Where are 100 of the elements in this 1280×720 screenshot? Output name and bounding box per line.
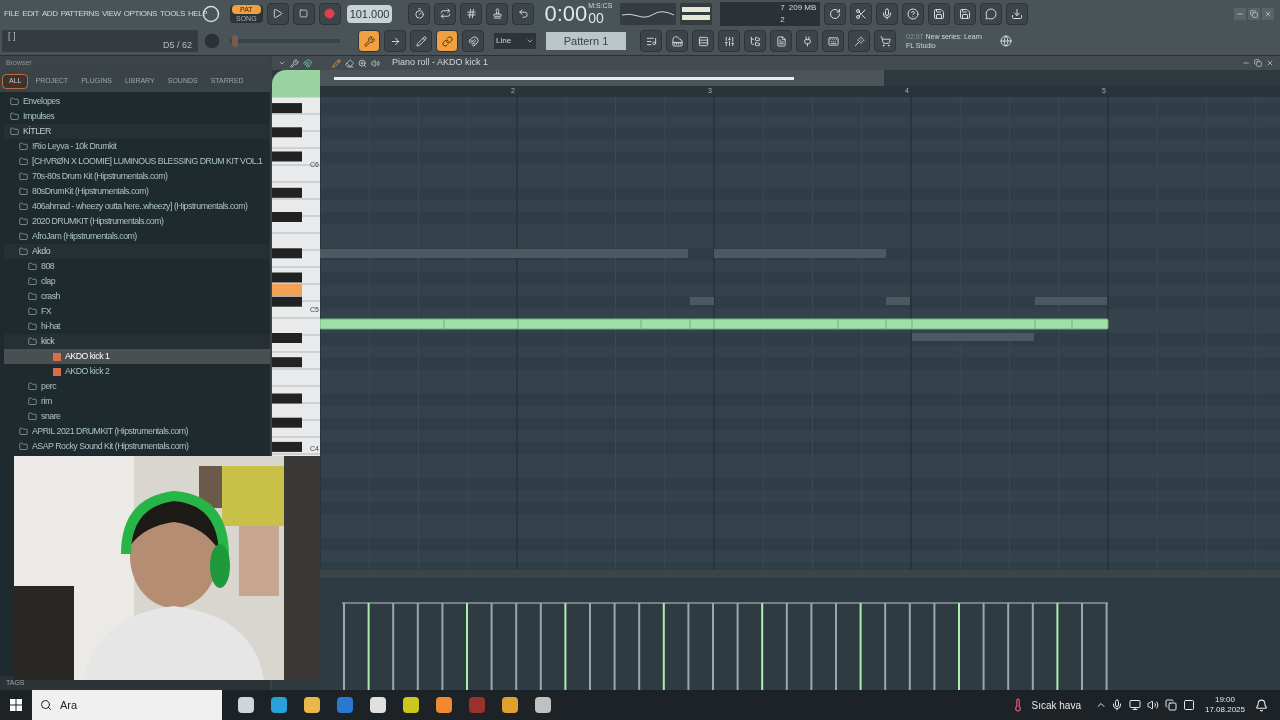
magnet-icon[interactable] <box>303 58 312 68</box>
browser-item[interactable]: AKDO kick 2 <box>4 364 270 379</box>
browser-item[interactable]: AKDO kick 1 <box>4 349 270 364</box>
playlist-button[interactable] <box>640 30 662 53</box>
chat-button[interactable] <box>980 2 1003 25</box>
channel-rack-button[interactable] <box>692 30 714 53</box>
store-button[interactable] <box>874 30 896 53</box>
arrow-button[interactable] <box>384 30 406 53</box>
step-button[interactable] <box>410 30 432 53</box>
search-field[interactable]: Ara <box>32 690 222 720</box>
play-button[interactable] <box>266 2 289 25</box>
pattern-selector[interactable]: Pattern 1 <box>546 32 626 51</box>
browser-item[interactable]: 808 <box>4 259 270 274</box>
piano-roll-button[interactable] <box>666 30 688 53</box>
touch-controller-button[interactable] <box>822 30 844 53</box>
browser-item[interactable]: APRIL 2021 DRUMKIT (Hipstrumentals.com) <box>4 424 270 439</box>
browser-item[interactable]: crash <box>4 289 270 304</box>
network-icon[interactable] <box>1128 699 1141 711</box>
snap-dropdown[interactable]: Line <box>494 33 536 50</box>
record-button[interactable] <box>318 2 341 25</box>
browser-item[interactable]: 70s-80s Drum Kit (Hipstrumentals.com) <box>4 169 270 184</box>
snap-mode-button[interactable] <box>358 30 380 53</box>
download-button[interactable] <box>1006 2 1029 25</box>
browser-item[interactable]: Akdo <box>4 244 270 259</box>
save-button[interactable] <box>928 2 951 25</box>
wrench-icon[interactable] <box>290 58 299 68</box>
browser-item[interactable]: Envelopes <box>4 94 270 109</box>
eraser-icon[interactable] <box>345 58 354 68</box>
menu-item[interactable]: PATTERNS <box>60 8 99 20</box>
link-button[interactable] <box>436 30 458 53</box>
browser-item[interactable]: 406ahmad - wheezy outta here..wheezy] (Hipstrumentals.com) <box>4 199 270 214</box>
help-button[interactable] <box>902 2 925 25</box>
browser-item[interactable]: kick <box>4 334 270 349</box>
overview-scrollbar[interactable] <box>320 70 884 86</box>
mixer-button[interactable] <box>718 30 740 53</box>
menu-item[interactable]: OPTIONS <box>123 8 157 20</box>
browser-item[interactable]: 80sDrumKit (Hipstrumentals.com) <box>4 184 270 199</box>
volume-icon[interactable] <box>1146 699 1159 711</box>
notification-icon[interactable] <box>1255 698 1268 712</box>
browser-item[interactable]: clap <box>4 274 270 289</box>
clock-date[interactable]: 17.08.2025 <box>1204 705 1245 715</box>
horizontal-scrollbar[interactable] <box>320 570 1280 578</box>
speaker-icon[interactable] <box>371 58 380 68</box>
browser-item[interactable]: 2020 DRUMKIT (Hipstrumentals.com) <box>4 214 270 229</box>
plugin-database-button[interactable] <box>796 30 818 53</box>
document-icon <box>775 35 787 47</box>
cut-tool-button[interactable] <box>850 2 873 25</box>
menu-item[interactable]: FILE <box>4 8 20 20</box>
caret-icon[interactable] <box>278 59 286 67</box>
menu-item[interactable]: TOOLS <box>160 8 185 20</box>
menu-item[interactable]: VIEW <box>101 8 121 20</box>
piano-roll-title[interactable]: Piano roll - AKDO kick 1 <box>392 56 489 70</box>
restore-icon[interactable] <box>1254 59 1262 67</box>
countdown-button[interactable] <box>460 2 483 25</box>
device-icon[interactable] <box>1164 699 1177 711</box>
zoom-icon[interactable] <box>358 58 367 68</box>
magnet-icon <box>467 35 479 47</box>
hint-counter: D5 / 62 <box>162 38 192 52</box>
record-audio-button[interactable] <box>876 2 899 25</box>
browser-item[interactable]: AfroJam (Hipstrumentals.com) <box>4 229 270 244</box>
timer-icon <box>413 8 425 20</box>
browser-item[interactable]: Impulses <box>4 109 270 124</box>
save-as-button[interactable] <box>954 2 977 25</box>
undo-button[interactable] <box>824 2 847 25</box>
stop-icon <box>299 9 309 19</box>
clock-time[interactable]: 19:00 <box>1214 695 1235 705</box>
microphone-icon[interactable] <box>1110 699 1123 711</box>
browser-item[interactable]: rim <box>4 394 270 409</box>
render-button[interactable] <box>848 30 870 53</box>
close-icon <box>1264 10 1272 18</box>
browser-item[interactable]: FX <box>4 304 270 319</box>
close-button[interactable] <box>1262 8 1274 20</box>
refresh-icon <box>829 7 842 20</box>
menu-item[interactable]: EDIT <box>22 8 39 20</box>
menu-item[interactable]: ADD <box>41 8 58 20</box>
globe-icon[interactable] <box>1000 35 1012 48</box>
browser-button[interactable] <box>744 30 766 53</box>
search-icon <box>40 699 52 711</box>
close-icon[interactable] <box>1266 59 1274 67</box>
loop-record-button[interactable] <box>512 2 535 25</box>
browser-item[interactable]: hi-hat <box>4 319 270 334</box>
browser-item[interactable]: KİTLER <box>4 124 270 139</box>
weather-text[interactable]: Sıcak hava <box>1031 697 1081 713</box>
record-icon <box>324 8 336 20</box>
folder-tree-icon <box>749 35 761 47</box>
stop-button[interactable] <box>292 2 315 25</box>
piano-keyboard-drawing[interactable] <box>272 97 320 456</box>
browser-item[interactable]: !Rio Leyva - 10k Drumkit <box>4 139 270 154</box>
browser-item[interactable]: ASAP Rocky Sound Kit (Hipstrumentals.com) <box>4 439 270 454</box>
metronome-button[interactable] <box>408 2 431 25</box>
tempo-display[interactable]: 101.000 <box>346 4 393 23</box>
browser-item[interactable]: snare <box>4 409 270 424</box>
step-edit-button[interactable] <box>486 2 509 25</box>
browser-item[interactable]: perc <box>4 379 270 394</box>
windows-start-icon[interactable] <box>10 699 22 711</box>
slider-thumb[interactable] <box>232 35 239 48</box>
wait-input-button[interactable] <box>434 2 457 25</box>
plugin-button[interactable] <box>770 30 792 53</box>
typing-keyboard-button[interactable] <box>462 30 484 53</box>
browser-item[interactable]: [CHVRØN X LOOMIE] LUMINOUS BLESSING DRUM KIT VOL.1 <box>4 154 270 169</box>
